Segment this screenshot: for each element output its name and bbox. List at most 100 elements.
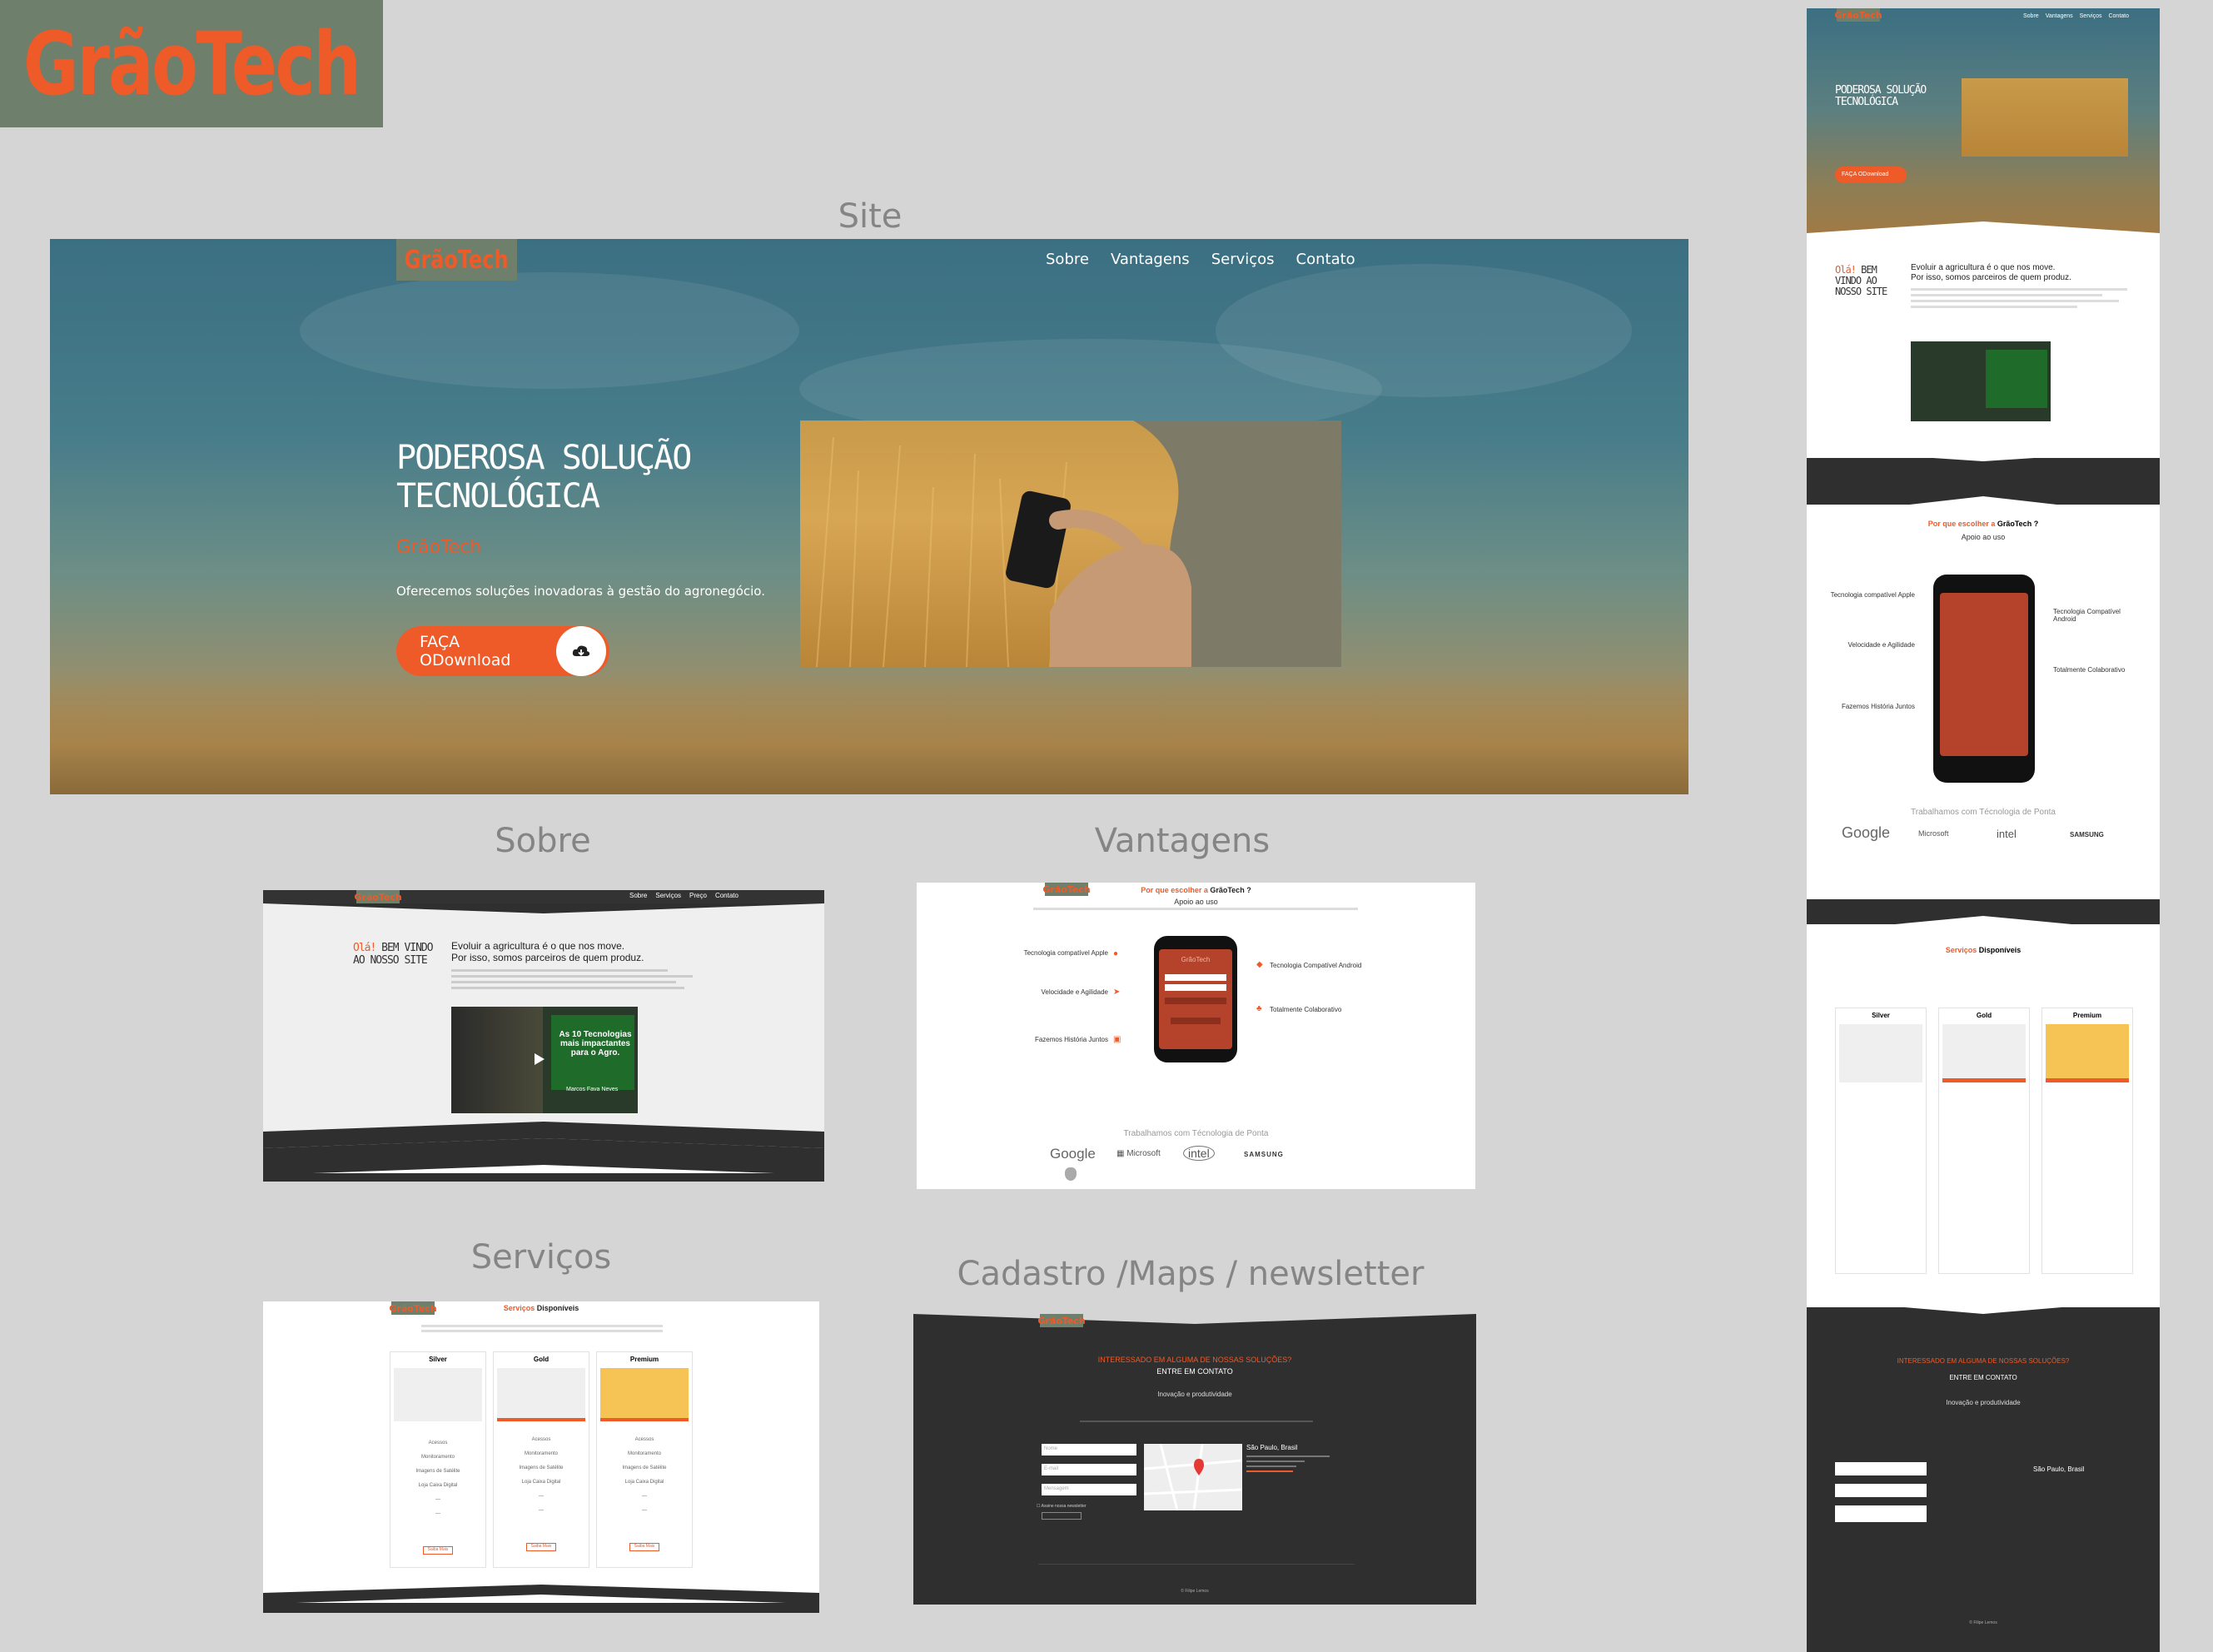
section-title-cadastro: Cadastro /Maps / newsletter (957, 1255, 1425, 1293)
name-field[interactable]: Nome (1042, 1444, 1136, 1455)
preview-plan-premium: Premium (2041, 1008, 2133, 1274)
intel-logo: intel (1183, 1146, 1215, 1161)
preview-email-field[interactable] (1835, 1484, 1927, 1497)
preview-contact-sub: ENTRE EM CONTATO (1949, 1374, 2017, 1381)
nav-link-vantagens[interactable]: Vantagens (1111, 251, 1190, 268)
apple-icon: ● (1113, 949, 1119, 958)
samsung-logo: SAMSUNG (1244, 1151, 1284, 1158)
vantagens-sub: Apoio ao uso (1174, 898, 1218, 906)
vantagens-panel: GrãoTech Por que escolher a GrãoTech ? A… (917, 883, 1475, 1189)
gold-saiba-mais-button[interactable]: Saiba Mais (526, 1543, 556, 1551)
preview-feature-android: Tecnologia Compatível Android (2053, 608, 2121, 623)
preview-feature-collab: Totalmente Colaborativo (2053, 666, 2126, 674)
sobre-welcome: Olá! BEM VINDO AO NOSSO SITE (353, 942, 434, 967)
hero-title: PODEROSA SOLUÇÃO TECNOLÓGICA (396, 439, 763, 515)
team-icon: ♣ (1256, 1004, 1262, 1013)
brand-logo-text: GrãoTech (23, 12, 361, 115)
preview-video[interactable] (1911, 341, 2051, 421)
feature-history: Fazemos História Juntos (1034, 1036, 1108, 1043)
sobre-nav-preco[interactable]: Preço (689, 892, 707, 899)
preview-message-field[interactable] (1835, 1505, 1927, 1522)
servicos-panel: GrãoTech Serviços Disponíveis Silver Ace… (263, 1301, 819, 1613)
brand-logo: GrãoTech (0, 0, 383, 127)
preview-city: São Paulo, Brasil (2033, 1465, 2085, 1473)
section-title-vantagens: Vantagens (1094, 822, 1271, 860)
hero-title-line-2: TECNOLÓGICA (396, 477, 600, 515)
preview-feature-apple: Tecnologia compatível Apple (1830, 591, 1915, 599)
preview-why-sub: Apoio ao uso (1961, 533, 2006, 541)
preview-name-field[interactable] (1835, 1462, 1927, 1475)
contact-heading: INTERESSADO EM ALGUMA DE NOSSAS SOLUÇÕES… (1097, 1356, 1292, 1364)
preview-hero-image (1962, 78, 2128, 157)
sobre-nav-sobre[interactable]: Sobre (629, 892, 647, 899)
silver-saiba-mais-button[interactable]: Saiba Mais (423, 1546, 453, 1555)
download-button[interactable]: FAÇA ODownload (396, 626, 609, 676)
preview-partners-label: Trabalhamos com Técnologia de Ponta (1911, 808, 2056, 817)
hero-subtitle: GrãoTech (396, 537, 482, 558)
download-button-label: FAÇA ODownload (420, 633, 511, 669)
apple-logo (1065, 1167, 1077, 1181)
sobre-video-title: As 10 Tecnologias mais impactantes para … (559, 1030, 632, 1057)
sobre-video-thumbnail[interactable]: As 10 Tecnologias mais impactantes para … (451, 1007, 638, 1113)
hero-mockup: GrãoTech Sobre Vantagens Serviços Contat… (50, 239, 1688, 794)
preview-samsung-logo: SAMSUNG (2070, 831, 2104, 838)
submit-button[interactable] (1042, 1512, 1082, 1520)
vantagens-heading: Por que escolher a GrãoTech ? (1141, 886, 1251, 894)
nav-link-sobre[interactable]: Sobre (1046, 251, 1089, 268)
partners-label: Trabalhamos com Técnologia de Ponta (1123, 1129, 1269, 1138)
id-card-icon: ▣ (1113, 1035, 1121, 1044)
preview-feature-history: Fazemos História Juntos (1841, 703, 1915, 710)
preview-feature-speed: Velocidade e Agilidade (1847, 641, 1915, 649)
servicos-heading: Serviços Disponíveis (503, 1304, 579, 1312)
preview-welcome: Olá! BEM VINDO AO NOSSO SITE (1835, 264, 1887, 297)
phone-mockup: GrãoTech (1154, 936, 1237, 1062)
preview-microsoft-logo: Microsoft (1918, 829, 1949, 838)
contact-city: São Paulo, Brasil (1246, 1444, 1298, 1451)
preview-hero-title: PODEROSA SOLUÇÃO TECNOLÓGICA (1835, 84, 1927, 108)
sobre-logo[interactable]: GrãoTech (354, 890, 402, 903)
preview-phone (1933, 575, 2035, 783)
full-page-preview: GrãoTech Sobre Vantagens Serviços Contato P… (1807, 8, 2160, 1652)
feature-apple: Tecnologia compatível Apple (1023, 949, 1108, 957)
section-title-site: Site (838, 197, 903, 236)
nav-link-servicos[interactable]: Serviços (1211, 251, 1275, 268)
hero-logo[interactable]: GrãoTech (396, 239, 517, 281)
message-field[interactable]: Mensagem (1042, 1484, 1136, 1495)
section-title-sobre: Sobre (495, 822, 591, 860)
preview-plan-silver: Silver (1835, 1008, 1927, 1274)
feature-speed: Velocidade e Agilidade (1041, 988, 1108, 996)
preview-logo[interactable]: GrãoTech (1834, 8, 1882, 22)
hero-nav: Sobre Vantagens Serviços Contato (1046, 251, 1355, 268)
sobre-headline: Evoluir a agricultura é o que nos move. P… (451, 940, 644, 963)
plan-card-premium: Premium Acessos Monitoramento Imagens de S… (596, 1351, 693, 1568)
sobre-video-presenter: Marcos Fava Neves (566, 1087, 619, 1092)
play-icon[interactable] (535, 1053, 545, 1065)
preview-intel-logo: intel (1997, 828, 2017, 840)
preview-footer: © Filipe Lemos (1969, 1620, 1997, 1625)
preview-download-button[interactable]: FAÇA ODownload (1835, 167, 1907, 183)
contact-tagline: Inovação e produtividade (1157, 1391, 1232, 1398)
android-icon: ◆ (1256, 960, 1263, 969)
hero-title-line-1: PODEROSA SOLUÇÃO (396, 439, 692, 477)
preview-services-heading: Serviços Disponíveis (1945, 946, 2022, 954)
cadastro-panel: GrãoTech INTERESSADO EM ALGUMA DE NOSSAS… (913, 1314, 1476, 1605)
sobre-nav-servicos[interactable]: Serviços (655, 892, 681, 899)
premium-saiba-mais-button[interactable]: Saiba Mais (629, 1543, 659, 1551)
preview-why-heading: Por que escolher a GrãoTech ? (1927, 520, 2039, 528)
rocket-icon: ➤ (1113, 988, 1121, 997)
microsoft-logo: ▦ Microsoft (1116, 1149, 1161, 1158)
preview-plan-gold: Gold (1938, 1008, 2030, 1274)
contact-sub: ENTRE EM CONTATO (1156, 1367, 1233, 1376)
email-field[interactable]: E-mail (1042, 1464, 1136, 1475)
nav-link-contato[interactable]: Contato (1296, 251, 1355, 268)
plan-card-silver: Silver Acessos Monitoramento Imagens de Sa… (390, 1351, 486, 1568)
newsletter-checkbox[interactable]: ☐ Assine nossa newsletter (1037, 1504, 1087, 1509)
cloud-download-icon (556, 626, 606, 676)
google-logo: Google (1050, 1146, 1096, 1162)
plan-name-premium: Premium (629, 1356, 659, 1363)
map[interactable] (1143, 1443, 1243, 1511)
sobre-nav-contato[interactable]: Contato (715, 892, 738, 899)
preview-contact-tagline: Inovação e produtividade (1946, 1399, 2021, 1406)
feature-collab: Totalmente Colaborativo (1270, 1006, 1342, 1013)
cadastro-logo[interactable]: GrãoTech (1037, 1314, 1086, 1327)
